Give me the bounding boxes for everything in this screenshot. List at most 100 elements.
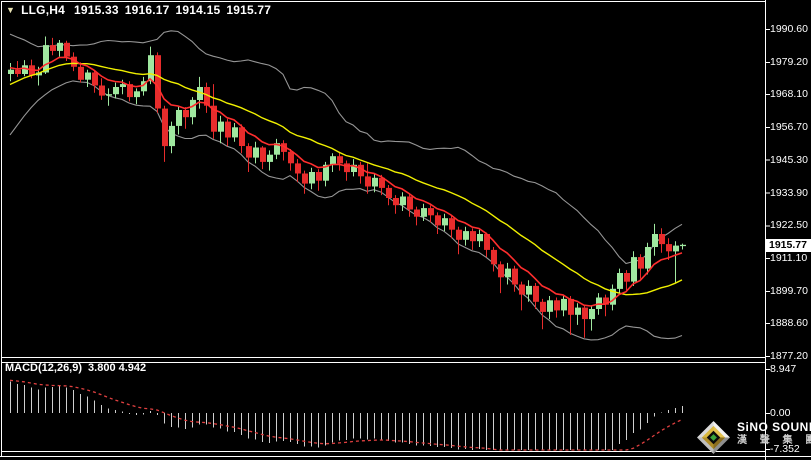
price-axis-tick: 1933.90 — [770, 187, 808, 199]
candle-down — [211, 84, 217, 139]
candle-up — [274, 139, 280, 159]
candle-down — [638, 254, 644, 279]
candle-down — [302, 171, 308, 194]
candle-up — [113, 83, 119, 99]
candle-down — [491, 247, 497, 272]
ohlc-low-value: 1914.15 — [176, 3, 221, 17]
candle-down — [568, 296, 574, 335]
candle-down — [316, 169, 322, 191]
candle-down — [155, 52, 161, 113]
candle-up — [631, 251, 637, 286]
candle-up — [589, 306, 595, 331]
candle-down — [365, 163, 371, 193]
candle-up — [652, 224, 658, 256]
candle-down — [407, 194, 413, 217]
diamond-logo-icon — [697, 421, 730, 454]
candle-up — [43, 37, 49, 75]
candle-up — [190, 97, 196, 124]
candle-down — [50, 38, 56, 55]
price-axis-tick: 1956.70 — [770, 121, 808, 133]
candle-down — [554, 298, 560, 318]
candle-up — [463, 227, 469, 246]
bollinger-upper-band-line — [10, 31, 682, 264]
candle-down — [92, 71, 98, 93]
candle-down — [519, 282, 525, 311]
candle-up — [526, 280, 532, 302]
candle-down — [470, 228, 476, 250]
macd-histogram — [11, 381, 683, 450]
candle-down — [344, 161, 350, 181]
candle-up — [351, 159, 357, 176]
candle-up — [267, 150, 273, 170]
ohlc-high-value: 1916.17 — [125, 3, 170, 17]
price-axis-tick: 1990.60 — [770, 23, 808, 35]
candle-down — [246, 143, 252, 172]
candle-down — [337, 152, 343, 171]
candle-up — [57, 40, 63, 57]
candle-down — [99, 78, 105, 100]
candles-layer — [8, 37, 686, 338]
macd-axis-tick: 8.947 — [770, 363, 796, 375]
candle-down — [183, 107, 189, 129]
candle-up — [232, 123, 238, 142]
price-axis-tick: 1888.60 — [770, 317, 808, 329]
candle-up — [330, 153, 336, 172]
candle-up — [309, 168, 315, 190]
current-price-tag: 1915.77 — [766, 239, 811, 252]
pane-borders — [0, 0, 811, 460]
candle-up — [561, 295, 567, 317]
candle-down — [428, 205, 434, 222]
macd-indicator-values: 3.800 4.942 — [88, 362, 146, 374]
candle-up — [547, 296, 553, 319]
candle-down — [414, 207, 420, 226]
price-axis-tick: 1877.20 — [770, 350, 808, 362]
candle-up — [253, 142, 259, 164]
candle-up — [218, 116, 224, 143]
candle-down — [162, 106, 168, 162]
candle-down — [449, 215, 455, 238]
candle-up — [176, 106, 182, 135]
candle-down — [358, 162, 364, 184]
symbol-timeframe-label: LLG,H4 — [21, 3, 65, 17]
candle-up — [421, 204, 427, 221]
candle-up — [8, 63, 14, 81]
macd-indicator-label: MACD(12,26,9) 3.800 4.942 — [5, 362, 146, 374]
brand-name: SiNO SOUND — [737, 421, 811, 434]
candle-down — [435, 212, 441, 234]
candle-up — [442, 214, 448, 231]
candle-up — [477, 230, 483, 247]
candle-up — [169, 122, 175, 154]
collapse-triangle-icon[interactable]: ▼ — [6, 5, 15, 15]
candle-up — [575, 303, 581, 325]
candle-down — [260, 146, 266, 169]
candle-up — [134, 88, 140, 104]
candle-up — [673, 241, 679, 283]
candlestick-chart-canvas[interactable] — [0, 0, 811, 460]
trading-chart-window: ▼ LLG,H4 1915.33 1916.17 1914.15 1915.77 MACD… — [0, 0, 811, 460]
candle-down — [281, 140, 287, 160]
candle-down — [393, 195, 399, 214]
macd-indicator-name: MACD(12,26,9) — [5, 362, 82, 374]
price-axis-tick: 1945.30 — [770, 154, 808, 166]
candle-up — [505, 263, 511, 285]
candle-up — [680, 244, 686, 250]
candle-up — [148, 47, 154, 85]
candle-down — [582, 305, 588, 338]
price-axis-tick: 1899.70 — [770, 285, 808, 297]
candle-down — [295, 159, 301, 182]
candle-down — [498, 261, 504, 293]
ohlc-open-value: 1915.33 — [74, 3, 119, 17]
candle-down — [204, 83, 210, 113]
candle-down — [603, 295, 609, 317]
candle-down — [225, 119, 231, 146]
macd-axis-tick: -7.352 — [770, 443, 800, 455]
bollinger-lower-band-line — [10, 81, 682, 340]
candle-down — [659, 228, 665, 253]
chart-title-bar: ▼ LLG,H4 1915.33 1916.17 1914.15 1915.77 — [6, 3, 277, 17]
candle-down — [456, 227, 462, 254]
price-axis-tick: 1911.10 — [770, 252, 807, 264]
ohlc-close-value: 1915.77 — [226, 3, 271, 17]
candle-down — [386, 185, 392, 205]
price-axis-tick: 1968.10 — [770, 88, 808, 100]
price-axis-tick: 1979.20 — [770, 56, 808, 68]
